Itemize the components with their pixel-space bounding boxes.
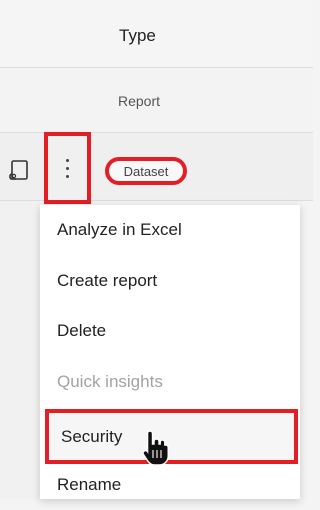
left-panel-background xyxy=(0,201,40,499)
more-options-button[interactable] xyxy=(44,132,91,204)
table-row-report[interactable]: Report xyxy=(0,68,313,133)
dataset-type-badge: Dataset xyxy=(105,157,187,185)
menu-item-security[interactable]: Security xyxy=(45,409,298,464)
more-vertical-icon xyxy=(66,158,69,178)
menu-item-quick-insights: Quick insights xyxy=(57,372,163,391)
report-type-label: Report xyxy=(118,93,161,109)
menu-item-rename[interactable]: Rename xyxy=(40,460,300,510)
type-column-header: Type xyxy=(119,26,156,45)
table-header: Type xyxy=(0,0,313,68)
menu-item-analyze-in-excel[interactable]: Analyze in Excel xyxy=(40,205,300,255)
dataset-icon xyxy=(9,160,28,180)
hand-cursor-icon xyxy=(142,430,169,466)
menu-item-create-report[interactable]: Create report xyxy=(40,256,300,306)
menu-item-delete[interactable]: Delete xyxy=(40,306,300,356)
